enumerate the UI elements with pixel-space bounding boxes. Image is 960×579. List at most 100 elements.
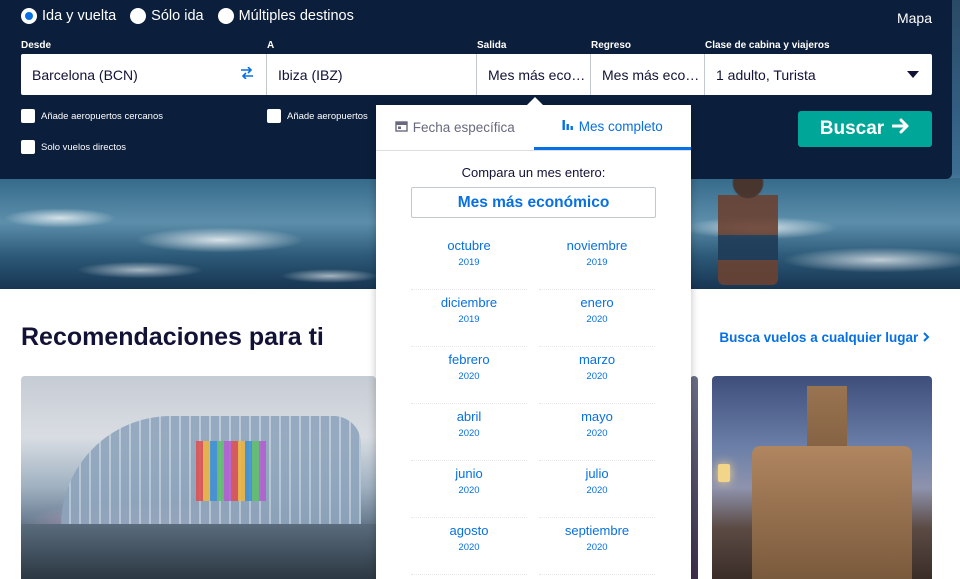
to-field[interactable]: Ibiza (IBZ) (267, 54, 477, 95)
depart-field[interactable]: Mes más eco… (477, 54, 591, 95)
month-name: octubre (447, 238, 491, 253)
month-option[interactable]: junio 2020 (411, 461, 527, 518)
return-label: Regreso (591, 40, 632, 51)
radio-multi-city-dot[interactable] (217, 8, 234, 24)
radio-multi-city[interactable]: Múltiples destinos (217, 8, 354, 24)
month-year: 2019 (586, 257, 608, 268)
month-name: julio (585, 466, 609, 481)
month-name: mayo (581, 409, 613, 424)
month-name: marzo (578, 352, 616, 367)
tab-specific-date-label: Fecha específica (412, 120, 515, 135)
radio-round-trip-dot[interactable] (21, 8, 37, 24)
swap-arrows-icon[interactable] (240, 66, 254, 82)
to-label: A (267, 40, 275, 51)
recommendations-title: Recomendaciones para ti (21, 323, 324, 351)
nearby-from-label: Añade aeropuertos cercanos (41, 110, 163, 122)
month-year: 2020 (586, 314, 608, 325)
arrow-right-icon (891, 118, 910, 140)
depart-value: Mes más eco… (488, 66, 586, 83)
month-year: 2020 (458, 371, 480, 382)
cabin-value: 1 adulto, Turista (716, 66, 816, 83)
month-option[interactable]: septiembre 2020 (539, 518, 655, 575)
month-grid: octubre 2019 noviembre 2019 diciembre 2019 … (405, 233, 661, 575)
caret-down-icon (907, 71, 919, 78)
month-option[interactable]: agosto 2020 (411, 518, 527, 575)
month-year: 2020 (586, 371, 608, 382)
month-year: 2020 (586, 428, 608, 439)
return-value: Mes más eco… (602, 66, 700, 83)
search-button[interactable]: Buscar (798, 111, 932, 147)
card-image-lamp (718, 464, 730, 482)
direct-only-label: Solo vuelos directos (41, 141, 127, 153)
from-label: Desde (21, 40, 52, 51)
dropdown-arrow (526, 97, 544, 106)
recommendation-card-strasbourg[interactable] (21, 376, 376, 579)
card-image-facade (196, 441, 266, 501)
trip-type-selector: Ida y vuelta Sólo ida Múltiples destinos (21, 8, 368, 24)
tab-specific-date[interactable]: Fecha específica (376, 105, 534, 150)
month-option[interactable]: mayo 2020 (539, 404, 655, 461)
search-anywhere-label: Busca vuelos a cualquier lugar (719, 330, 919, 345)
radio-multi-city-label: Múltiples destinos (238, 8, 354, 24)
radio-round-trip-label: Ida y vuelta (42, 8, 117, 24)
card-image-church (752, 446, 912, 579)
from-value: Barcelona (BCN) (32, 66, 138, 83)
recommendation-card-church[interactable] (712, 376, 932, 579)
search-anywhere-link[interactable]: Busca vuelos a cualquier lugar (719, 330, 930, 345)
nearby-to-checkbox[interactable]: Añade aeropuertos (267, 109, 368, 123)
nearby-from-box[interactable] (21, 109, 35, 123)
bar-chart-icon (562, 118, 574, 134)
month-name: febrero (448, 352, 490, 367)
search-button-label: Buscar (819, 118, 885, 139)
to-value: Ibiza (IBZ) (278, 66, 343, 83)
compare-month-text: Compara un mes entero: (461, 165, 606, 180)
return-field[interactable]: Mes más eco… (591, 54, 705, 95)
month-name: agosto (449, 523, 489, 538)
month-year: 2020 (458, 542, 480, 553)
month-year: 2020 (458, 428, 480, 439)
month-year: 2020 (586, 485, 608, 496)
month-name: septiembre (564, 523, 630, 538)
month-option[interactable]: noviembre 2019 (539, 233, 655, 290)
radio-one-way-label: Sólo ida (151, 8, 204, 24)
tab-full-month-label: Mes completo (578, 118, 663, 134)
month-option[interactable]: octubre 2019 (411, 233, 527, 290)
calendar-icon (395, 120, 408, 135)
radio-round-trip[interactable]: Ida y vuelta (21, 8, 116, 24)
direct-only-box[interactable] (21, 140, 35, 154)
cabin-label: Clase de cabina y viajeros (705, 40, 830, 51)
date-picker-tabs: Fecha específica Mes completo (376, 105, 691, 151)
month-year: 2020 (586, 542, 608, 553)
chevron-right-icon (922, 330, 930, 345)
direct-only-checkbox[interactable]: Solo vuelos directos (21, 140, 126, 154)
hero-person (718, 165, 778, 285)
month-name: noviembre (566, 238, 628, 253)
card-image-water (21, 524, 376, 579)
month-year: 2020 (458, 485, 480, 496)
month-option[interactable]: enero 2020 (539, 290, 655, 347)
radio-one-way[interactable]: Sólo ida (130, 8, 204, 24)
radio-one-way-dot[interactable] (130, 8, 147, 24)
month-year: 2019 (458, 257, 480, 268)
month-option[interactable]: marzo 2020 (539, 347, 655, 404)
month-option[interactable]: julio 2020 (539, 461, 655, 518)
cheapest-month-button[interactable]: Mes más económico (411, 187, 656, 218)
month-option[interactable]: diciembre 2019 (411, 290, 527, 347)
nearby-to-box[interactable] (267, 109, 281, 123)
month-option[interactable]: abril 2020 (411, 404, 527, 461)
month-year: 2019 (458, 314, 480, 325)
from-field[interactable]: Barcelona (BCN) (21, 54, 267, 95)
date-picker-dropdown: Fecha específica Mes completo Compara un… (376, 97, 691, 579)
nearby-from-checkbox[interactable]: Añade aeropuertos cercanos (21, 109, 163, 123)
cabin-travellers-field[interactable]: 1 adulto, Turista (705, 54, 932, 95)
map-link[interactable]: Mapa (897, 10, 932, 26)
depart-label: Salida (477, 40, 507, 51)
month-name: abril (456, 409, 482, 424)
month-name: junio (455, 466, 483, 481)
nearby-to-label: Añade aeropuertos (287, 110, 368, 122)
month-name: enero (580, 295, 614, 310)
month-option[interactable]: febrero 2020 (411, 347, 527, 404)
month-name: diciembre (440, 295, 498, 310)
tab-full-month[interactable]: Mes completo (533, 105, 691, 150)
recommendation-card-partial[interactable] (690, 376, 698, 579)
